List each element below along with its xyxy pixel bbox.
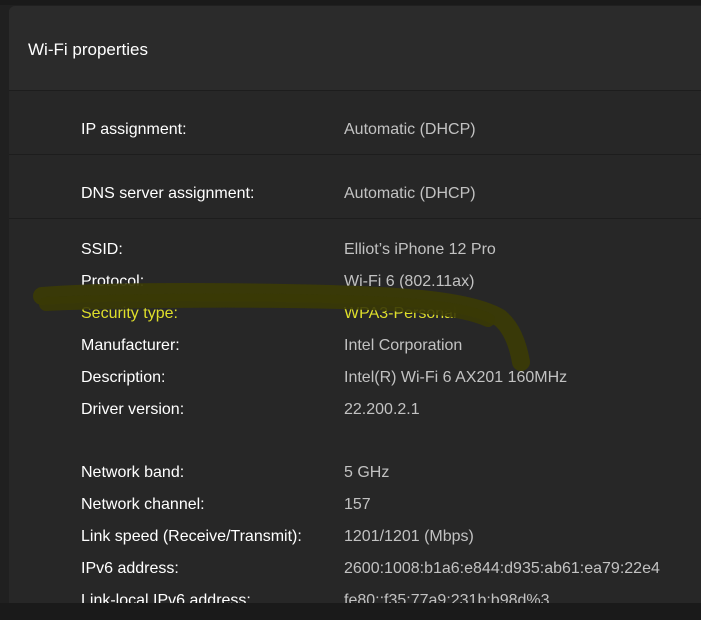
link-local-ipv6-label: Link-local IPv6 address:: [81, 592, 251, 603]
dns-assignment-value: Automatic (DHCP): [344, 185, 476, 202]
security-type-value: WPA3-Personal: [344, 305, 457, 322]
ip-assignment-section: IP assignment: Automatic (DHCP): [9, 91, 701, 155]
ipv6-address-value: 2600:1008:b1a6:e844:d935:ab61:ea79:22e4: [344, 560, 660, 577]
manufacturer-label: Manufacturer:: [81, 337, 180, 354]
ipv6-address-label: IPv6 address:: [81, 560, 179, 577]
properties-section: SSID: Elliot’s iPhone 12 Pro Protocol: W…: [9, 219, 701, 603]
link-speed-value: 1201/1201 (Mbps): [344, 528, 474, 545]
protocol-label: Protocol:: [81, 273, 145, 290]
protocol-value: Wi-Fi 6 (802.11ax): [344, 273, 475, 290]
link-speed-label: Link speed (Receive/Transmit):: [81, 528, 302, 545]
description-row: Description: Intel(R) Wi-Fi 6 AX201 160M…: [9, 366, 701, 390]
card-header[interactable]: Wi-Fi properties: [9, 6, 701, 91]
network-band-row: Network band: 5 GHz: [9, 461, 701, 485]
bottom-edge: [0, 603, 701, 620]
top-edge: [0, 0, 701, 5]
network-channel-label: Network channel:: [81, 496, 205, 513]
link-speed-row: Link speed (Receive/Transmit): 1201/1201…: [9, 525, 701, 549]
wifi-properties-window: Wi-Fi properties IP assignment: Automati…: [0, 0, 701, 620]
driver-version-row: Driver version: 22.200.2.1: [9, 398, 701, 422]
network-channel-value: 157: [344, 496, 371, 513]
link-local-ipv6-value: fe80::f35:77a9:231b:b98d%3: [344, 592, 550, 603]
ip-assignment-label: IP assignment:: [81, 121, 187, 138]
ip-assignment-row: IP assignment: Automatic (DHCP): [9, 118, 701, 142]
network-channel-row: Network channel: 157: [9, 493, 701, 517]
ssid-value: Elliot’s iPhone 12 Pro: [344, 241, 496, 258]
protocol-row: Protocol: Wi-Fi 6 (802.11ax): [9, 270, 701, 294]
network-band-value: 5 GHz: [344, 464, 390, 481]
link-local-ipv6-row: Link-local IPv6 address: fe80::f35:77a9:…: [9, 589, 701, 603]
manufacturer-row: Manufacturer: Intel Corporation: [9, 334, 701, 358]
ssid-row: SSID: Elliot’s iPhone 12 Pro: [9, 238, 701, 262]
driver-version-value: 22.200.2.1: [344, 401, 420, 418]
wifi-properties-card: Wi-Fi properties IP assignment: Automati…: [9, 6, 701, 603]
driver-version-label: Driver version:: [81, 401, 185, 418]
dns-assignment-row: DNS server assignment: Automatic (DHCP): [9, 182, 701, 206]
ipv6-address-row: IPv6 address: 2600:1008:b1a6:e844:d935:a…: [9, 557, 701, 581]
dns-assignment-section: DNS server assignment: Automatic (DHCP): [9, 155, 701, 219]
manufacturer-value: Intel Corporation: [344, 337, 463, 354]
ip-assignment-value: Automatic (DHCP): [344, 121, 476, 138]
ssid-label: SSID:: [81, 241, 123, 258]
dns-assignment-label: DNS server assignment:: [81, 185, 255, 202]
security-type-label: Security type:: [81, 305, 178, 322]
page-title: Wi-Fi properties: [28, 40, 148, 59]
security-type-row: Security type: WPA3-Personal: [9, 302, 701, 326]
network-band-label: Network band:: [81, 464, 185, 481]
description-value: Intel(R) Wi-Fi 6 AX201 160MHz: [344, 369, 568, 386]
description-label: Description:: [81, 369, 166, 386]
